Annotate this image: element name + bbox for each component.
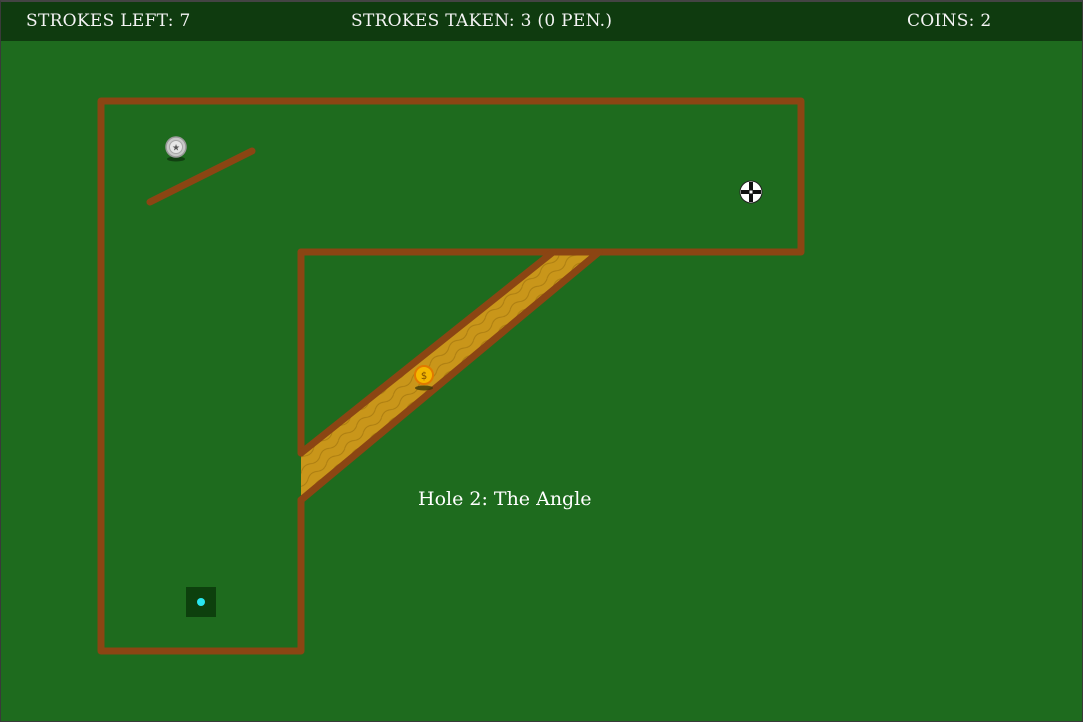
hole-title: Hole 2: The Angle — [418, 488, 592, 510]
star-ball-icon: ★ — [172, 144, 180, 154]
crosshair-cursor-icon[interactable] — [739, 180, 763, 204]
course-walls — [97, 97, 805, 655]
bumper-wall — [146, 147, 256, 206]
golf-ball[interactable]: ★ — [165, 136, 187, 162]
angled-wall-lower — [297, 248, 603, 504]
golf-course[interactable]: ★ $ — [0, 0, 1083, 722]
golf-hole — [186, 587, 216, 617]
angled-wall-upper — [297, 248, 557, 457]
coin-symbol: $ — [421, 371, 427, 382]
hole-target-icon — [197, 598, 205, 606]
coin[interactable]: $ — [414, 365, 434, 391]
